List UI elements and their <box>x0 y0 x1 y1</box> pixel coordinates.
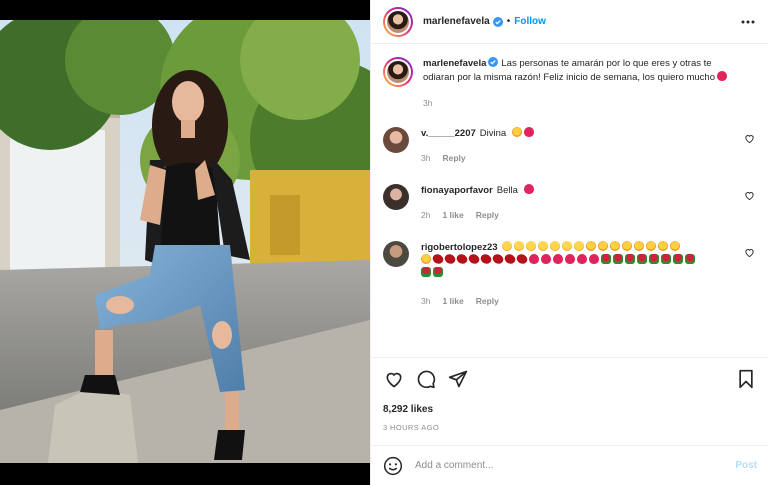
star-eyes-emoji <box>609 241 620 251</box>
post-media <box>0 0 370 485</box>
like-comment-icon[interactable] <box>744 133 755 144</box>
lips-emoji <box>455 252 469 266</box>
comment-time[interactable]: 3h <box>421 296 430 306</box>
caption-time[interactable]: 3h <box>423 98 432 108</box>
add-comment-bar: Post <box>371 445 768 485</box>
red-heart-emoji <box>523 184 534 194</box>
red-heart-emoji <box>577 254 587 264</box>
author-avatar[interactable] <box>383 6 413 37</box>
star-eyes-emoji <box>585 241 596 251</box>
emoji-sequence <box>421 267 445 279</box>
star-eyes-emoji <box>511 127 522 137</box>
verified-badge-icon <box>492 16 503 27</box>
comment-time[interactable]: 2h <box>421 210 430 220</box>
reply-button[interactable]: Reply <box>442 153 465 163</box>
caption: marlenefavela Las personas te amarán por … <box>383 57 757 108</box>
commenter-avatar[interactable] <box>383 127 409 153</box>
red-heart-emoji <box>589 254 599 264</box>
smiley-icon[interactable] <box>383 456 403 476</box>
emoji-sequence <box>501 241 682 253</box>
rose-emoji <box>601 254 611 264</box>
rose-emoji <box>637 254 647 264</box>
star-eyes-emoji <box>633 241 644 251</box>
comments-list[interactable]: marlenefavela Las personas te amarán por … <box>371 45 768 357</box>
comment-row: v._____2207 Divina 3h Reply <box>383 127 757 163</box>
emoji-sequence <box>421 252 697 266</box>
lips-emoji <box>515 252 529 266</box>
post-timestamp[interactable]: 3 HOURS AGO <box>383 423 757 432</box>
star-eyes-emoji <box>421 254 431 264</box>
rose-emoji <box>685 254 695 264</box>
lips-emoji <box>443 252 457 266</box>
separator-dot: • <box>506 16 511 27</box>
comment-icon[interactable] <box>415 368 437 390</box>
commenter-avatar[interactable] <box>383 184 409 210</box>
rose-emoji <box>625 254 635 264</box>
more-options-icon[interactable] <box>740 14 756 30</box>
post-header: marlenefavela • Follow <box>371 0 768 44</box>
comment-row: fionayaporfavor Bella 2h 1 like Reply <box>383 184 757 220</box>
face-emoji <box>525 241 536 251</box>
caption-avatar[interactable] <box>383 57 413 87</box>
star-eyes-emoji <box>669 241 680 251</box>
commenter-avatar[interactable] <box>383 241 409 267</box>
post-sidebar: marlenefavela • Follow marlenefavela Las … <box>370 0 768 485</box>
rose-emoji <box>649 254 659 264</box>
comment-username[interactable]: rigobertolopez23 <box>421 242 498 253</box>
red-heart-emoji <box>541 254 551 264</box>
face-emoji <box>561 241 572 251</box>
lips-emoji <box>431 252 445 266</box>
red-heart-emoji <box>553 254 563 264</box>
comment-text: Bella <box>496 185 518 196</box>
star-eyes-emoji <box>597 241 608 251</box>
star-eyes-emoji <box>645 241 656 251</box>
red-heart-emoji <box>529 254 539 264</box>
lips-emoji <box>479 252 493 266</box>
face-emoji <box>549 241 560 251</box>
comment-input[interactable] <box>415 460 736 471</box>
post-actions: 8,292 likes 3 HOURS AGO <box>371 357 768 445</box>
post-button[interactable]: Post <box>735 460 757 471</box>
comment-likes[interactable]: 1 like <box>442 296 463 306</box>
face-emoji <box>501 241 512 251</box>
red-heart-emoji <box>717 71 727 81</box>
star-eyes-emoji <box>657 241 668 251</box>
lips-emoji <box>467 252 481 266</box>
like-comment-icon[interactable] <box>744 247 755 258</box>
author-username[interactable]: marlenefavela <box>423 16 490 27</box>
post-photo[interactable] <box>0 20 370 463</box>
comment-likes[interactable]: 1 like <box>442 210 463 220</box>
comment-username[interactable]: v._____2207 <box>421 128 476 139</box>
comment-row: rigobertolopez23 3h 1 like Reply <box>383 241 757 306</box>
comment-time[interactable]: 3h <box>421 153 430 163</box>
like-comment-icon[interactable] <box>744 190 755 201</box>
heart-icon[interactable] <box>383 368 405 390</box>
lips-emoji <box>503 252 517 266</box>
follow-button[interactable]: Follow <box>514 16 546 27</box>
verified-badge-icon <box>488 57 499 67</box>
bookmark-icon[interactable] <box>735 368 757 390</box>
rose-emoji <box>421 267 431 277</box>
likes-count[interactable]: 8,292 likes <box>383 404 757 415</box>
star-eyes-emoji <box>621 241 632 251</box>
face-emoji <box>513 241 524 251</box>
reply-button[interactable]: Reply <box>476 210 499 220</box>
rose-emoji <box>613 254 623 264</box>
lips-emoji <box>491 252 505 266</box>
rose-emoji <box>661 254 671 264</box>
share-icon[interactable] <box>447 368 469 390</box>
rose-emoji <box>433 267 443 277</box>
comment-text: Divina <box>479 128 507 139</box>
face-emoji <box>573 241 584 251</box>
reply-button[interactable]: Reply <box>476 296 499 306</box>
comment-username[interactable]: fionayaporfavor <box>421 185 493 196</box>
rose-emoji <box>673 254 683 264</box>
face-emoji <box>537 241 548 251</box>
red-heart-emoji <box>565 254 575 264</box>
caption-username[interactable]: marlenefavela <box>423 58 486 69</box>
red-heart-emoji <box>523 127 534 137</box>
